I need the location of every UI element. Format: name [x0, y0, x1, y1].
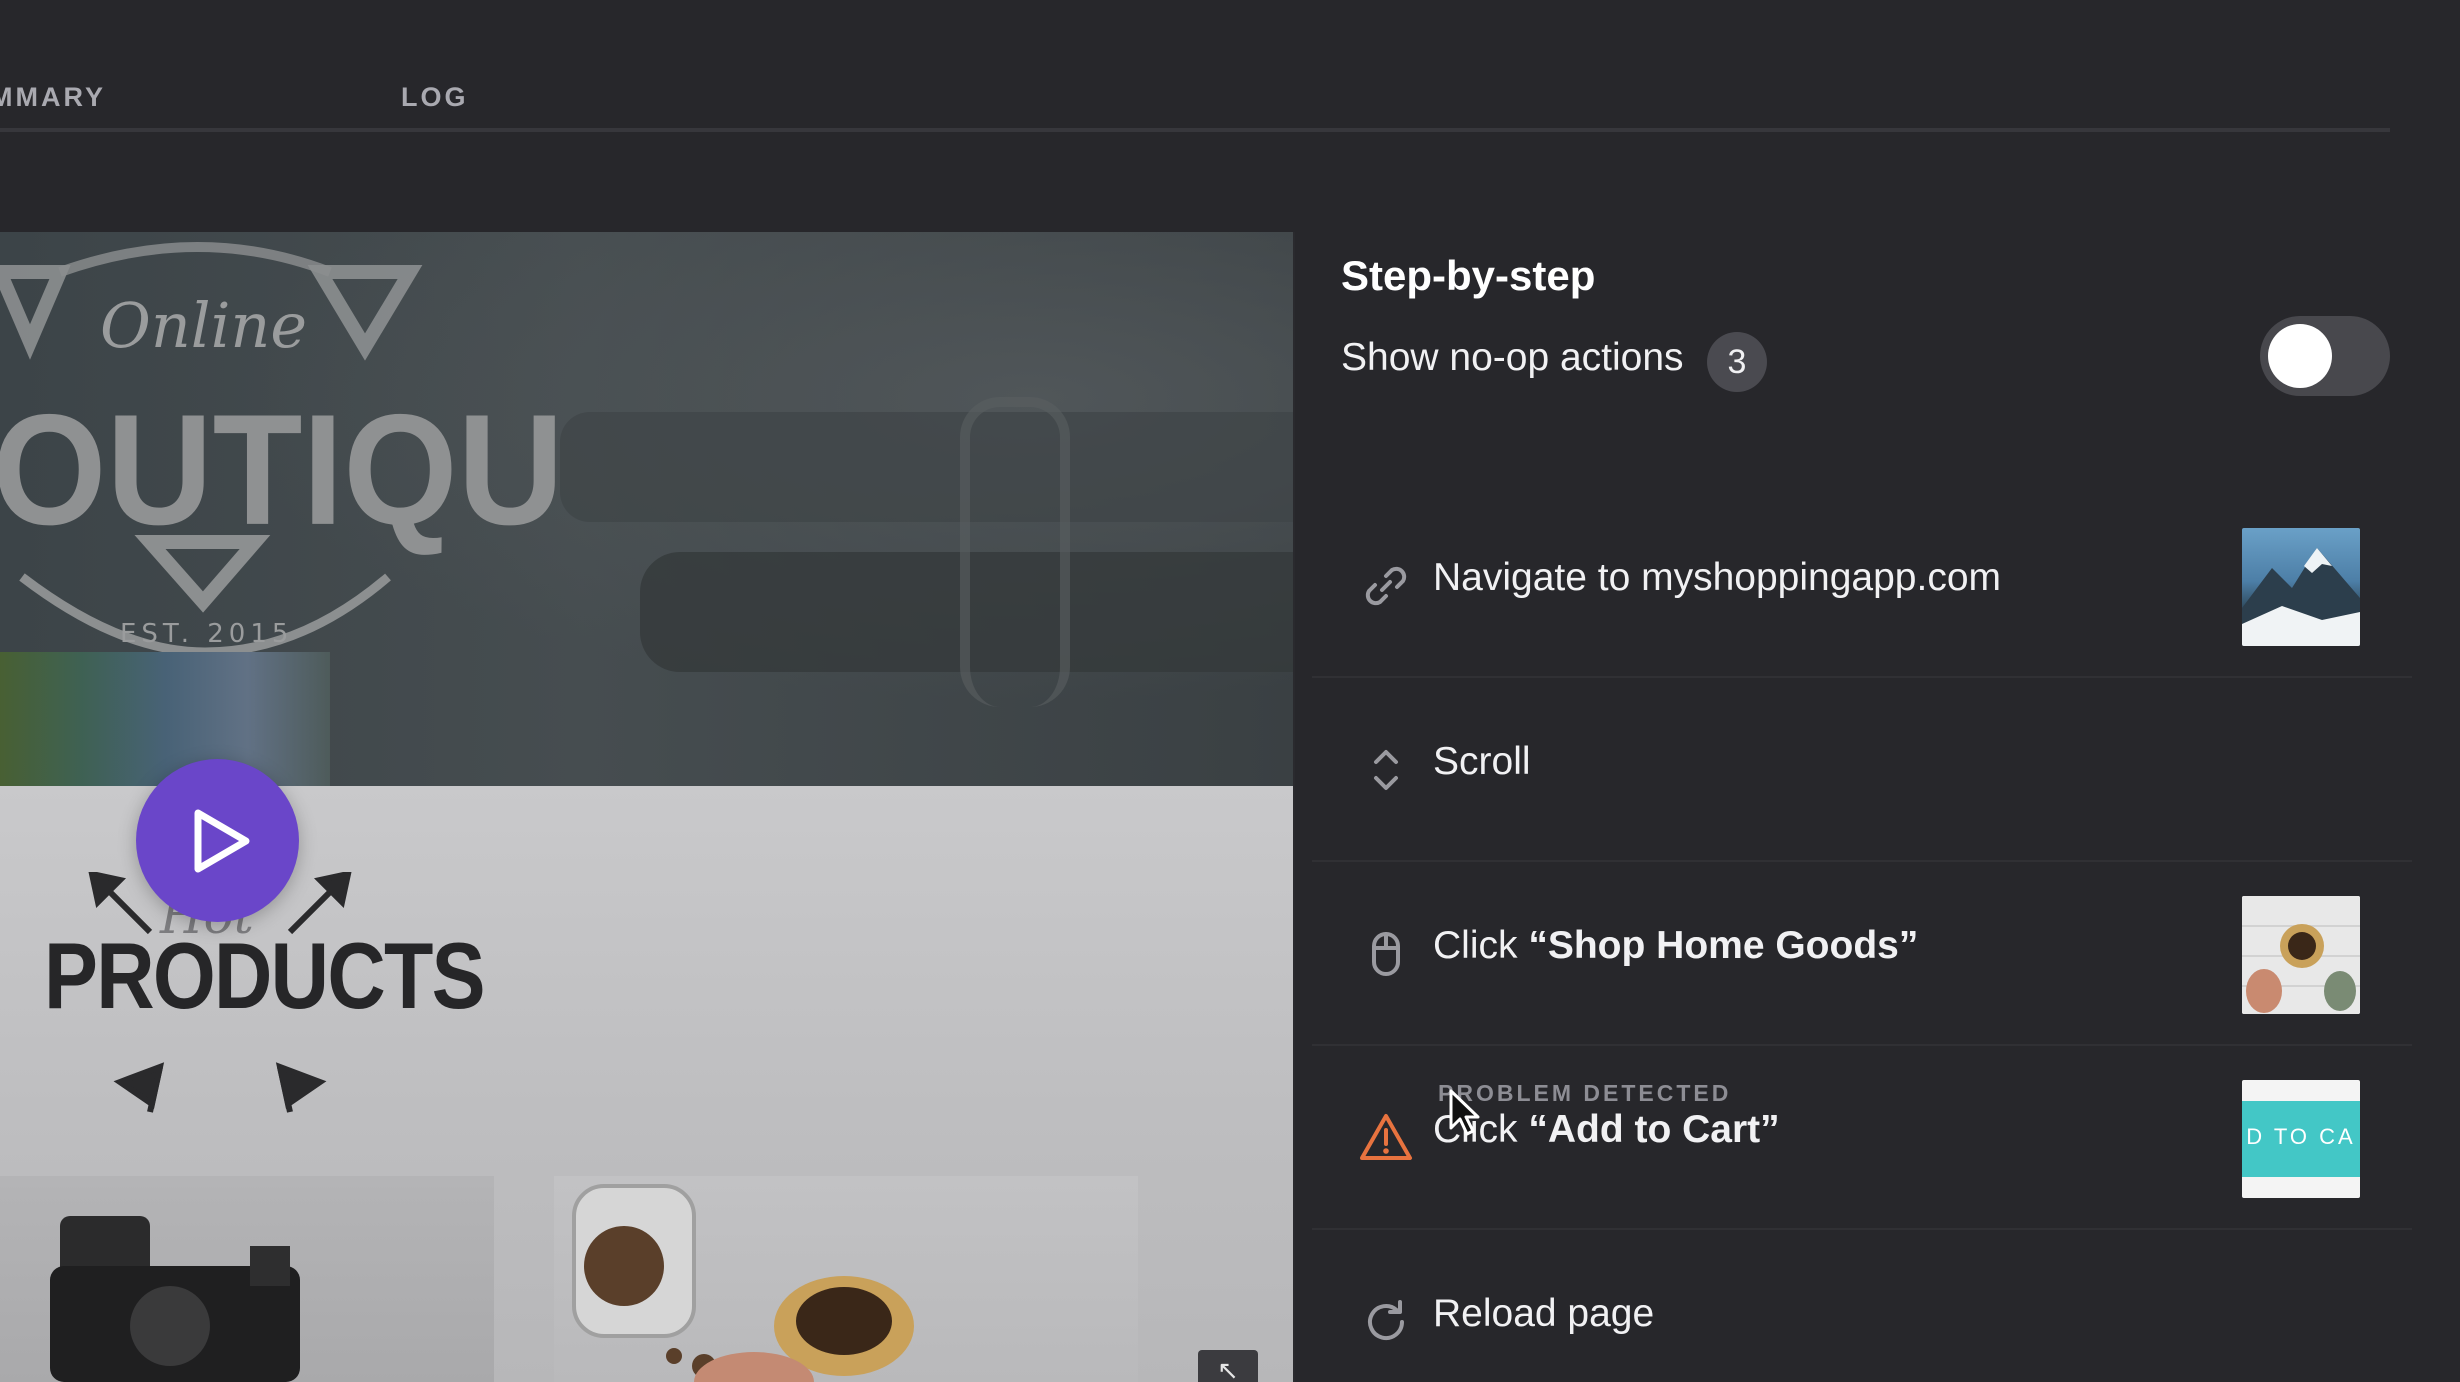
noop-count-badge: 3: [1707, 332, 1767, 392]
step-thumbnail[interactable]: D TO CA: [2242, 1080, 2360, 1198]
logo-est-text: EST. 2015: [120, 619, 293, 649]
test-run-viewer: MMARY LOG Online OUTIQUE EST. 2015: [0, 0, 2460, 1382]
hero-clip-shape: [960, 397, 1070, 707]
step-list: Navigate to myshoppingapp.com Scroll Cli…: [1312, 494, 2412, 1382]
step-click-add-to-cart[interactable]: PROBLEM DETECTED Click “Add to Cart” D T…: [1312, 1046, 2412, 1230]
hero-machine-shape: [560, 412, 1293, 522]
step-thumbnail[interactable]: [2242, 528, 2360, 646]
step-click-shop-home-goods[interactable]: Click “Shop Home Goods”: [1312, 862, 2412, 1046]
step-reload-page[interactable]: Reload page: [1312, 1230, 2412, 1382]
tab-divider: [0, 128, 2390, 132]
thumbnail-text: D TO CA: [2246, 1124, 2356, 1149]
logo-word-text: OUTIQUE: [0, 382, 560, 558]
tab-bar: MMARY LOG: [0, 0, 2390, 132]
mouse-pointer-icon: [1449, 1089, 1480, 1136]
link-icon: [1365, 566, 1407, 606]
toggle-knob: [2268, 324, 2332, 388]
step-panel: Step-by-step Show no-op actions 3 Naviga…: [1312, 232, 2412, 1382]
logo-script-text: Online: [100, 289, 307, 362]
noop-toggle-label: Show no-op actions: [1341, 336, 1684, 379]
noop-toggle[interactable]: [2260, 316, 2390, 396]
warning-icon: [1360, 1114, 1412, 1160]
hero-banner: Online OUTIQUE EST. 2015: [0, 232, 1293, 786]
step-scroll[interactable]: Scroll: [1312, 678, 2412, 862]
product-camera-image: [0, 1176, 494, 1382]
expand-button[interactable]: ↖: [1198, 1350, 1258, 1382]
step-label: Click “Shop Home Goods”: [1433, 924, 1919, 967]
products-heading: PRODUCTS: [44, 923, 486, 1028]
play-icon: [194, 809, 250, 873]
hero-color-strip: [0, 652, 330, 786]
step-label: Scroll: [1433, 740, 1531, 783]
play-button[interactable]: [136, 759, 299, 922]
scroll-icon: [1374, 750, 1398, 790]
step-label: Navigate to myshoppingapp.com: [1433, 556, 2001, 599]
mouse-icon: [1372, 932, 1400, 976]
step-label: Reload page: [1433, 1292, 1655, 1335]
boutique-logo: Online OUTIQUE EST. 2015: [0, 242, 560, 652]
step-thumbnail[interactable]: [2242, 896, 2360, 1014]
panel-divider: [1293, 232, 1295, 1382]
tab-summary[interactable]: MMARY: [0, 82, 106, 113]
step-navigate[interactable]: Navigate to myshoppingapp.com: [1312, 494, 2412, 678]
step-label: Click “Add to Cart”: [1433, 1108, 1780, 1151]
product-coffee-image: [554, 1176, 1138, 1382]
panel-title: Step-by-step: [1341, 252, 1596, 299]
reload-icon: [1368, 1300, 1404, 1340]
problem-detected-label: PROBLEM DETECTED: [1438, 1080, 1732, 1106]
replay-preview: Online OUTIQUE EST. 2015 Hot: [0, 232, 1293, 1382]
tab-log[interactable]: LOG: [401, 82, 469, 113]
